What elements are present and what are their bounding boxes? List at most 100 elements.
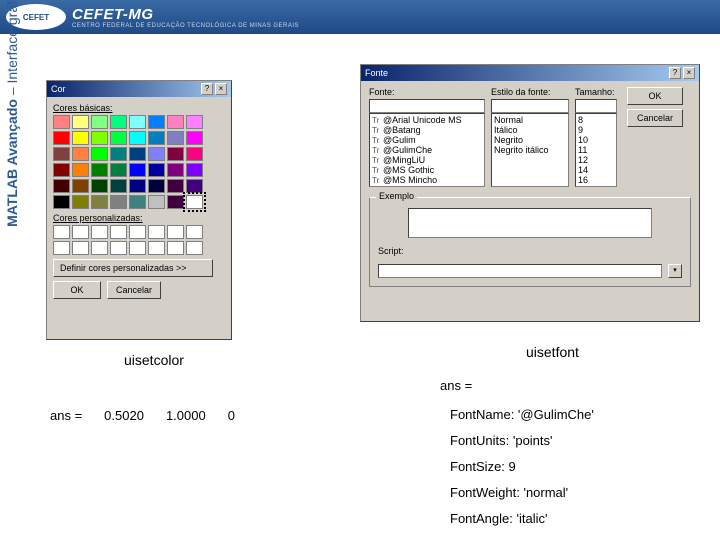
script-select[interactable] xyxy=(378,264,662,278)
color-swatch[interactable] xyxy=(129,195,146,209)
help-icon[interactable]: ? xyxy=(669,67,681,79)
color-swatch[interactable] xyxy=(167,131,184,145)
custom-swatch[interactable] xyxy=(91,241,108,255)
color-swatch[interactable] xyxy=(129,131,146,145)
color-swatch[interactable] xyxy=(91,147,108,161)
list-item[interactable]: Tr@MS Gothic xyxy=(371,165,483,175)
color-swatch[interactable] xyxy=(53,115,70,129)
list-item[interactable]: Normal xyxy=(493,115,567,125)
color-swatch[interactable] xyxy=(110,195,127,209)
custom-swatch[interactable] xyxy=(129,241,146,255)
define-custom-button[interactable]: Definir cores personalizadas >> xyxy=(53,259,213,277)
cancel-button[interactable]: Cancelar xyxy=(107,281,161,299)
color-swatch[interactable] xyxy=(186,195,203,209)
custom-swatch[interactable] xyxy=(53,241,70,255)
color-swatch[interactable] xyxy=(148,115,165,129)
color-swatch[interactable] xyxy=(129,147,146,161)
color-swatch[interactable] xyxy=(148,131,165,145)
ok-button[interactable]: OK xyxy=(53,281,101,299)
custom-swatch[interactable] xyxy=(53,225,70,239)
color-swatch[interactable] xyxy=(53,195,70,209)
style-list[interactable]: NormalItálicoNegritoNegrito itálico xyxy=(491,113,569,187)
color-swatch[interactable] xyxy=(129,163,146,177)
color-swatch[interactable] xyxy=(72,147,89,161)
color-swatch[interactable] xyxy=(148,147,165,161)
color-swatch[interactable] xyxy=(167,179,184,193)
chevron-down-icon[interactable]: ▾ xyxy=(668,264,682,278)
list-item[interactable]: 9 xyxy=(577,125,615,135)
color-swatch[interactable] xyxy=(53,179,70,193)
custom-swatch[interactable] xyxy=(72,241,89,255)
size-list[interactable]: 891011121416 xyxy=(575,113,617,187)
list-item[interactable]: 10 xyxy=(577,135,615,145)
color-swatch[interactable] xyxy=(91,163,108,177)
color-swatch[interactable] xyxy=(72,195,89,209)
custom-swatch[interactable] xyxy=(167,225,184,239)
ok-button[interactable]: OK xyxy=(627,87,683,105)
color-swatch[interactable] xyxy=(110,131,127,145)
custom-swatch[interactable] xyxy=(148,225,165,239)
custom-color-grid[interactable] xyxy=(53,225,225,255)
color-swatch[interactable] xyxy=(110,179,127,193)
color-swatch[interactable] xyxy=(53,147,70,161)
color-swatch[interactable] xyxy=(186,179,203,193)
list-item[interactable]: Negrito itálico xyxy=(493,145,567,155)
list-item[interactable]: 16 xyxy=(577,175,615,185)
list-item[interactable]: Tr@MingLiU xyxy=(371,155,483,165)
color-swatch[interactable] xyxy=(91,195,108,209)
color-swatch[interactable] xyxy=(167,195,184,209)
basic-color-grid[interactable] xyxy=(53,115,225,209)
font-input[interactable] xyxy=(369,99,485,113)
color-swatch[interactable] xyxy=(72,179,89,193)
custom-swatch[interactable] xyxy=(148,241,165,255)
size-input[interactable] xyxy=(575,99,617,113)
color-swatch[interactable] xyxy=(148,163,165,177)
custom-swatch[interactable] xyxy=(186,241,203,255)
list-item[interactable]: Tr@PMingLiU xyxy=(371,185,483,187)
style-input[interactable] xyxy=(491,99,569,113)
color-swatch[interactable] xyxy=(148,179,165,193)
list-item[interactable]: 11 xyxy=(577,145,615,155)
color-swatch[interactable] xyxy=(167,147,184,161)
custom-swatch[interactable] xyxy=(110,225,127,239)
font-list[interactable]: Tr@Arial Unicode MSTr@BatangTr@GulimTr@G… xyxy=(369,113,485,187)
color-swatch[interactable] xyxy=(167,163,184,177)
custom-swatch[interactable] xyxy=(129,225,146,239)
color-swatch[interactable] xyxy=(129,115,146,129)
list-item[interactable]: 12 xyxy=(577,155,615,165)
color-swatch[interactable] xyxy=(72,115,89,129)
list-item[interactable]: 14 xyxy=(577,165,615,175)
color-swatch[interactable] xyxy=(148,195,165,209)
custom-swatch[interactable] xyxy=(110,241,127,255)
color-swatch[interactable] xyxy=(91,115,108,129)
color-swatch[interactable] xyxy=(186,131,203,145)
color-swatch[interactable] xyxy=(129,179,146,193)
color-swatch[interactable] xyxy=(186,115,203,129)
close-icon[interactable]: × xyxy=(215,83,227,95)
custom-swatch[interactable] xyxy=(91,225,108,239)
list-item[interactable]: Tr@Arial Unicode MS xyxy=(371,115,483,125)
color-swatch[interactable] xyxy=(110,163,127,177)
color-swatch[interactable] xyxy=(186,163,203,177)
custom-swatch[interactable] xyxy=(72,225,89,239)
cancel-button[interactable]: Cancelar xyxy=(627,109,683,127)
custom-swatch[interactable] xyxy=(186,225,203,239)
list-item[interactable]: Itálico xyxy=(493,125,567,135)
color-swatch[interactable] xyxy=(167,115,184,129)
list-item[interactable]: Tr@Batang xyxy=(371,125,483,135)
color-swatch[interactable] xyxy=(72,163,89,177)
list-item[interactable]: 8 xyxy=(577,115,615,125)
color-swatch[interactable] xyxy=(91,131,108,145)
close-icon[interactable]: × xyxy=(683,67,695,79)
color-swatch[interactable] xyxy=(72,131,89,145)
color-swatch[interactable] xyxy=(91,179,108,193)
color-swatch[interactable] xyxy=(110,115,127,129)
color-swatch[interactable] xyxy=(53,163,70,177)
help-icon[interactable]: ? xyxy=(201,83,213,95)
color-swatch[interactable] xyxy=(186,147,203,161)
list-item[interactable]: Tr@MS Mincho xyxy=(371,175,483,185)
color-swatch[interactable] xyxy=(53,131,70,145)
color-swatch[interactable] xyxy=(110,147,127,161)
list-item[interactable]: Tr@Gulim xyxy=(371,135,483,145)
list-item[interactable]: Tr@GulimChe xyxy=(371,145,483,155)
